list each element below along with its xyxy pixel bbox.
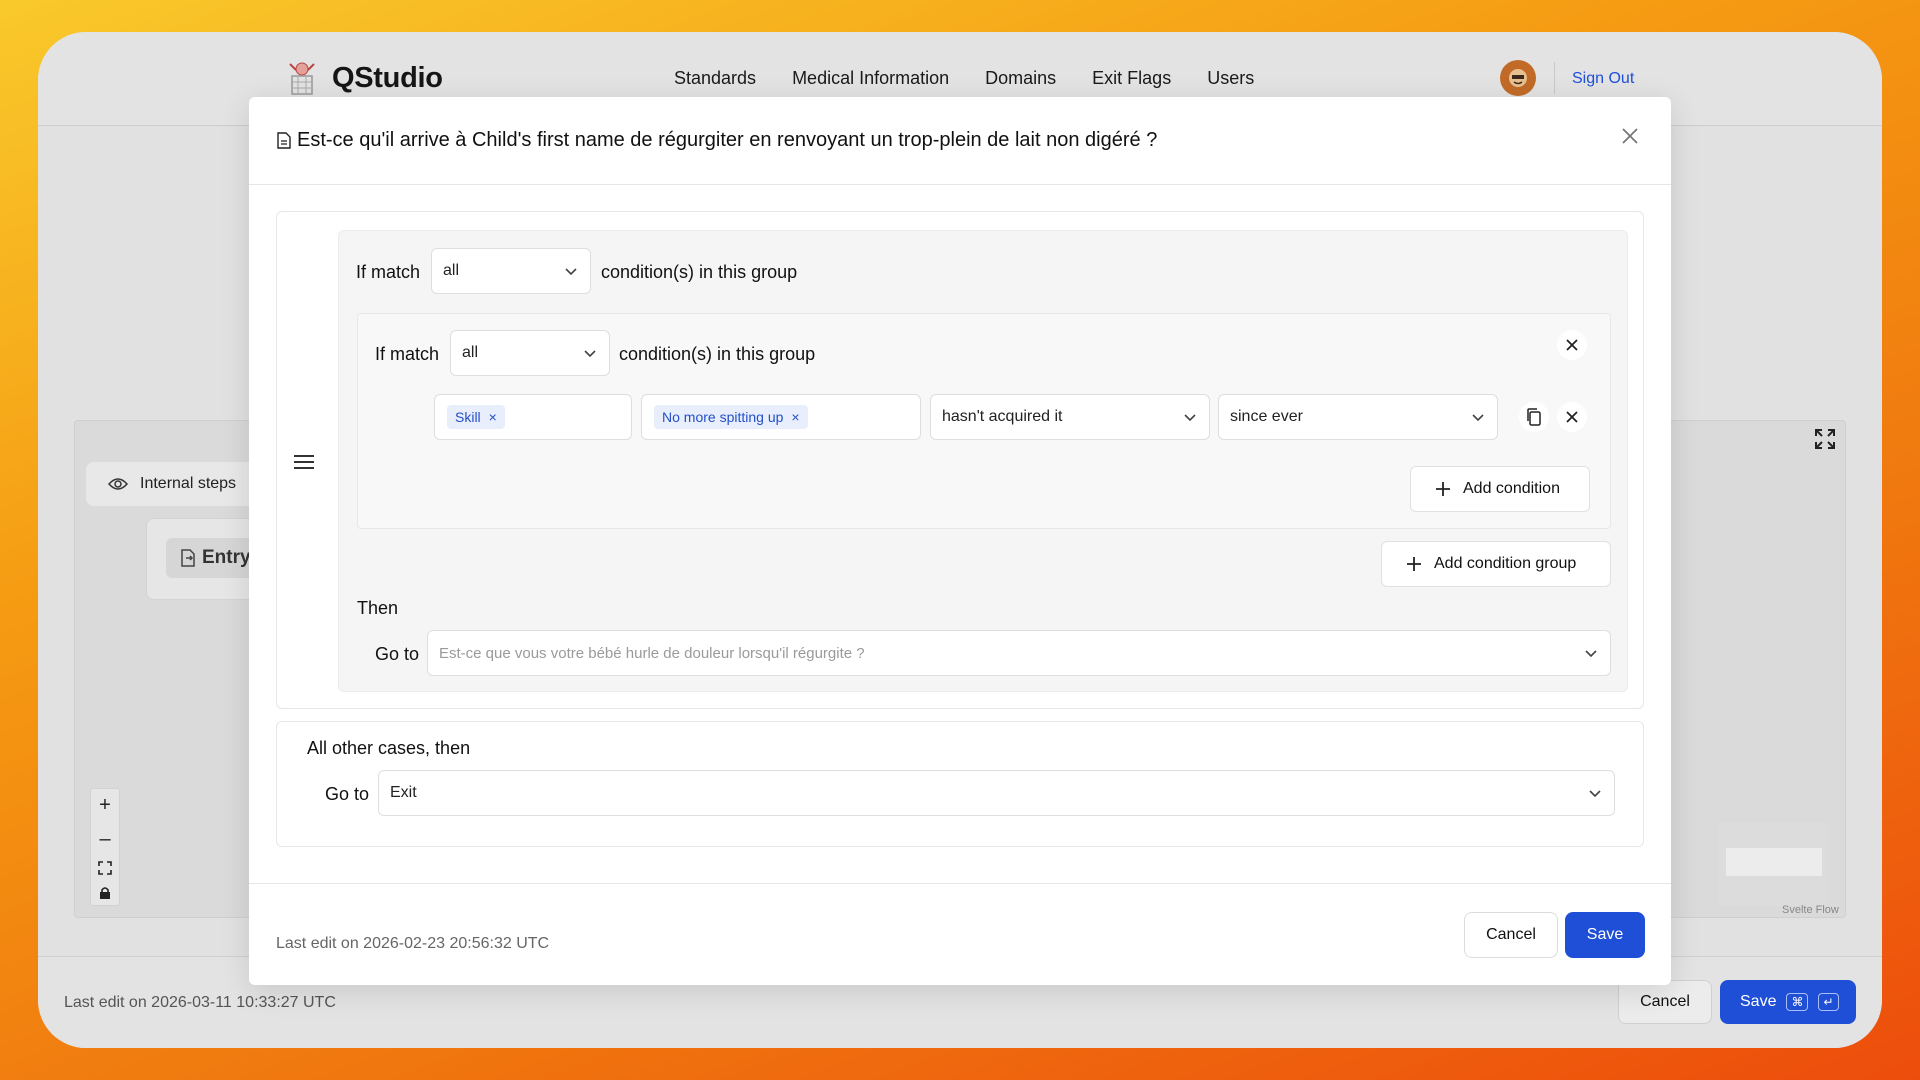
modal-footer xyxy=(249,883,1671,985)
lock-icon[interactable] xyxy=(99,886,111,900)
zoom-in-button[interactable]: + xyxy=(99,794,111,817)
condition-value-field[interactable]: No more spitting up × xyxy=(641,394,921,440)
outer-group-suffix: condition(s) in this group xyxy=(601,262,798,282)
page-cancel-button[interactable]: Cancel xyxy=(1618,980,1712,1024)
file-icon xyxy=(181,549,195,567)
menu-icon[interactable] xyxy=(293,453,315,471)
add-condition-group-label: Add condition group xyxy=(1434,555,1577,572)
chevron-down-icon xyxy=(1184,414,1196,422)
close-icon xyxy=(1566,411,1578,423)
chevron-down-icon xyxy=(584,350,596,358)
timeframe-value: since ever xyxy=(1230,408,1303,425)
goto-select[interactable]: Est-ce que vous votre bébé hurle de doul… xyxy=(427,630,1611,676)
minimap-viewport xyxy=(1726,848,1822,876)
outer-match-value: all xyxy=(443,262,460,279)
other-goto-select[interactable]: Exit xyxy=(378,770,1615,816)
other-cases-label: All other cases, then xyxy=(307,738,471,758)
expand-icon[interactable] xyxy=(1814,428,1836,450)
add-condition-button[interactable]: Add condition xyxy=(1410,466,1590,512)
remove-condition-button[interactable] xyxy=(1557,402,1587,432)
condition-type-label: Skill xyxy=(455,409,481,425)
plus-icon xyxy=(1436,482,1450,496)
chevron-down-icon xyxy=(1472,414,1484,422)
operator-value: hasn't acquired it xyxy=(942,408,1063,425)
sign-out-link[interactable]: Sign Out xyxy=(1572,70,1634,88)
outer-match-select[interactable]: all xyxy=(431,248,591,294)
logo-icon xyxy=(289,62,315,95)
page-save-label: Save xyxy=(1740,993,1777,1010)
modal-last-edit: Last edit on 2026-02-23 20:56:32 UTC xyxy=(276,935,550,952)
main-nav: Standards Medical Information Domains Ex… xyxy=(674,68,1254,89)
plus-icon xyxy=(1407,557,1421,571)
copy-icon xyxy=(1527,408,1541,426)
chevron-down-icon xyxy=(1589,790,1601,798)
inner-match-value: all xyxy=(462,344,479,361)
outer-if-match-label: If match xyxy=(356,262,421,282)
entry-label: Entry xyxy=(202,547,251,568)
inner-group-suffix: condition(s) in this group xyxy=(619,344,816,364)
other-goto-value: Exit xyxy=(390,784,417,801)
condition-type-field[interactable]: Skill × xyxy=(434,394,632,440)
add-condition-label: Add condition xyxy=(1463,480,1560,497)
remove-tag-icon[interactable]: × xyxy=(489,409,497,425)
nav-users[interactable]: Users xyxy=(1207,68,1254,89)
condition-value-tag: No more spitting up × xyxy=(654,405,808,429)
close-icon xyxy=(1566,339,1578,351)
duplicate-condition-button[interactable] xyxy=(1519,402,1549,432)
timeframe-select[interactable]: since ever xyxy=(1218,394,1498,440)
goto-label: Go to xyxy=(375,644,420,664)
avatar[interactable] xyxy=(1500,60,1536,96)
enter-key: ↵ xyxy=(1818,993,1839,1011)
internal-steps-label: Internal steps xyxy=(140,475,237,492)
avatar-icon xyxy=(1509,69,1527,87)
inner-if-match-label: If match xyxy=(375,344,440,364)
fit-view-icon[interactable] xyxy=(98,861,112,876)
page-last-edit: Last edit on 2026-03-11 10:33:27 UTC xyxy=(64,994,336,1011)
rule-editor-modal: Est-ce qu'il arrive à Child's first name… xyxy=(249,97,1671,985)
modal-title: Est-ce qu'il arrive à Child's first name… xyxy=(297,129,1158,151)
condition-type-tag: Skill × xyxy=(447,405,505,429)
close-icon[interactable] xyxy=(1619,125,1641,147)
cmd-key: ⌘ xyxy=(1786,993,1809,1011)
nav-medical-information[interactable]: Medical Information xyxy=(792,68,949,89)
modal-save-button[interactable]: Save xyxy=(1565,912,1645,958)
header-divider xyxy=(1554,62,1555,94)
chevron-down-icon xyxy=(1585,650,1597,658)
page-save-button[interactable]: Save ⌘ ↵ xyxy=(1720,980,1856,1024)
condition-value-label: No more spitting up xyxy=(662,409,784,425)
nav-exit-flags[interactable]: Exit Flags xyxy=(1092,68,1171,89)
then-label: Then xyxy=(357,598,399,618)
operator-select[interactable]: hasn't acquired it xyxy=(930,394,1210,440)
logo[interactable]: QStudio xyxy=(282,58,443,98)
modal-cancel-button[interactable]: Cancel xyxy=(1464,912,1558,958)
flow-attribution[interactable]: Svelte Flow xyxy=(1782,904,1839,916)
zoom-controls: + – xyxy=(90,788,120,906)
eye-icon xyxy=(108,478,128,490)
nav-domains[interactable]: Domains xyxy=(985,68,1056,89)
modal-header: Est-ce qu'il arrive à Child's first name… xyxy=(249,97,1671,185)
chevron-down-icon xyxy=(565,268,577,276)
remove-tag-icon[interactable]: × xyxy=(791,409,799,425)
nav-standards[interactable]: Standards xyxy=(674,68,756,89)
goto-placeholder: Est-ce que vous votre bébé hurle de doul… xyxy=(439,644,865,662)
inner-match-select[interactable]: all xyxy=(450,330,610,376)
remove-group-button[interactable] xyxy=(1557,330,1587,360)
modal-title-row: Est-ce qu'il arrive à Child's first name… xyxy=(277,129,1157,152)
app-name: QStudio xyxy=(332,61,443,94)
add-condition-group-button[interactable]: Add condition group xyxy=(1381,541,1611,587)
file-icon xyxy=(277,132,291,149)
zoom-out-button[interactable]: – xyxy=(99,828,110,851)
other-goto-label: Go to xyxy=(325,784,370,804)
